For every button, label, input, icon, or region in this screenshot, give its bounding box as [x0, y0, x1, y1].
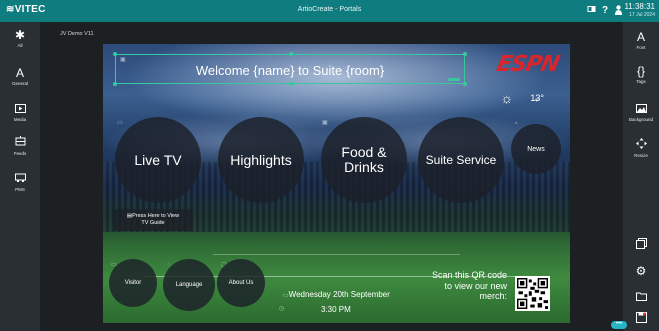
gear-icon: ⚙ — [635, 264, 647, 278]
settings-button[interactable]: ⚙ — [623, 264, 659, 278]
weather-low: 4° — [534, 98, 540, 104]
language-label: Language — [175, 282, 203, 288]
tv-guide-line1: Press Here to View — [132, 213, 180, 219]
image-icon — [623, 102, 659, 116]
resize-handle[interactable] — [463, 52, 467, 56]
help-icon[interactable]: ? — [600, 5, 610, 17]
feeds-icon — [0, 136, 40, 150]
sidebar-item-label: Background — [628, 117, 654, 122]
portal-canvas[interactable]: ▣ Welcome {name} to Suite {room} ESPN ☼ … — [103, 44, 570, 323]
pitch-marking — [213, 254, 460, 255]
font-icon: A — [636, 30, 645, 44]
visitor-button[interactable]: Visitor — [109, 259, 157, 307]
weather-widget: ☼ 13° 4° — [500, 88, 544, 106]
visitor-label: Visitor — [124, 280, 142, 286]
sidebar-item-background[interactable]: Background — [623, 102, 659, 123]
resize-handle[interactable] — [463, 82, 467, 86]
suite-service-label: Suite Service — [425, 153, 497, 167]
sidebar-item-label: Feeds — [13, 151, 27, 156]
left-sidebar: ✱ All A General Media Feeds PMS — [0, 22, 40, 331]
pms-icon — [0, 172, 40, 186]
sidebar-item-label: Resize — [634, 153, 648, 158]
tv-icon: ▭ — [117, 120, 123, 126]
tv-guide-button[interactable]: ▤Press Here to View TV Guide — [113, 209, 193, 231]
sun-icon: ☼ — [500, 90, 514, 106]
qr-caption-line2: to view our new — [444, 280, 507, 291]
about-us-button[interactable]: About Us — [217, 259, 265, 307]
welcome-text-box[interactable]: ▣ Welcome {name} to Suite {room} — [113, 52, 467, 86]
more-options-button[interactable]: ••• — [611, 321, 627, 329]
sidebar-item-label: All — [17, 43, 23, 48]
sidebar-item-all[interactable]: ✱ All — [0, 28, 40, 49]
resize-handle[interactable] — [113, 52, 117, 56]
time-display: 3:30 PM — [321, 305, 351, 314]
sidebar-item-tags[interactable]: {} Tags — [623, 64, 659, 85]
date-text: Wednesday 20th September — [288, 290, 390, 299]
tv-guide-line2: TV Guide — [141, 220, 165, 226]
sidebar-item-label: Media — [13, 117, 27, 122]
highlights-label: Highlights — [230, 152, 292, 168]
sidebar-item-label: General — [11, 81, 28, 86]
user-icon[interactable] — [613, 5, 623, 17]
sidebar-item-font[interactable]: A Font — [623, 30, 659, 51]
espn-logo: ESPN — [493, 52, 561, 77]
layers-icon — [623, 238, 659, 252]
food-drinks-line1: Food & — [341, 144, 387, 160]
portal-name: JV Demo V11 — [60, 31, 94, 37]
right-sidebar: A Font {} Tags Background Resize ⚙ — [623, 22, 659, 331]
highlights-button[interactable]: Highlights — [218, 117, 304, 203]
asterisk-icon: ✱ — [14, 28, 26, 42]
play-icon — [0, 102, 40, 116]
news-label: News — [527, 145, 545, 153]
qr-code-graphic — [517, 278, 548, 309]
open-folder-button[interactable] — [623, 290, 659, 304]
live-tv-button[interactable]: Live TV — [115, 117, 201, 203]
image-icon: ▣ — [322, 120, 328, 126]
rss-icon: ◔ — [514, 121, 518, 127]
suite-service-button[interactable]: Suite Service — [418, 117, 504, 203]
sidebar-item-general[interactable]: A General — [0, 66, 40, 87]
clock-time: 11:38:31 — [624, 2, 655, 11]
date-display: ▭Wednesday 20th September — [283, 290, 390, 299]
app-title: ArtioCreate - Portals — [297, 6, 362, 13]
food-drinks-label: Food & Drinks — [341, 145, 386, 175]
resize-handle[interactable] — [289, 52, 293, 56]
about-us-label: About Us — [228, 280, 254, 286]
braces-icon: {} — [636, 64, 645, 78]
clock-icon: ◷ — [279, 306, 285, 312]
sidebar-item-pms[interactable]: PMS — [0, 172, 40, 193]
resize-icon — [623, 138, 659, 152]
sidebar-item-label: PMS — [15, 187, 25, 192]
welcome-message: Welcome {name} to Suite {room} — [195, 63, 385, 78]
resize-handle[interactable] — [113, 82, 117, 86]
qr-caption-line1: Scan this QR code — [431, 270, 507, 280]
food-drinks-button[interactable]: Food & Drinks — [321, 117, 407, 203]
sidebar-item-label: Font — [636, 45, 646, 50]
folder-icon — [623, 290, 659, 304]
language-button[interactable]: Language — [163, 259, 215, 311]
sidebar-item-resize[interactable]: Resize — [623, 138, 659, 159]
save-icon — [623, 312, 659, 326]
live-tv-label: Live TV — [134, 152, 182, 168]
qr-caption-line3: merch: — [479, 291, 507, 301]
resize-handle[interactable] — [289, 82, 293, 86]
clock-date: 17 Jul 2024 — [629, 12, 655, 18]
food-drinks-line2: Drinks — [344, 159, 384, 175]
qr-caption: Scan this QR code to view our new merch: — [403, 270, 507, 302]
letter-a-icon: A — [15, 66, 24, 80]
save-button[interactable] — [623, 312, 659, 326]
sidebar-item-feeds[interactable]: Feeds — [0, 136, 40, 157]
sidebar-item-label: Tags — [636, 79, 646, 84]
clock: 11:38:31 17 Jul 2024 — [624, 3, 655, 19]
top-bar: ≋VITEC ArtioCreate - Portals ? 11:38:31 … — [0, 0, 659, 22]
news-button[interactable]: News — [511, 124, 561, 174]
display-icon[interactable] — [586, 5, 596, 17]
sidebar-item-media[interactable]: Media — [0, 102, 40, 123]
layers-button[interactable] — [623, 238, 659, 252]
qr-code[interactable] — [515, 276, 550, 311]
edit-handle[interactable] — [448, 78, 460, 81]
